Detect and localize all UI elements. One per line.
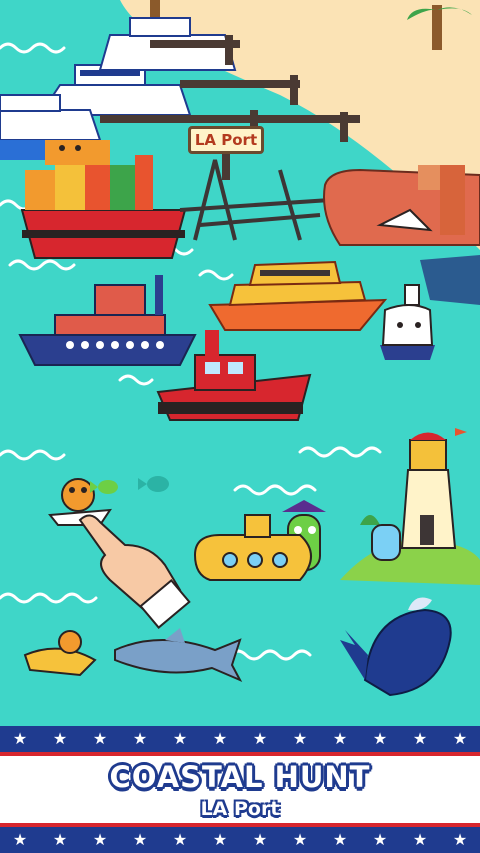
sign-pole: [222, 150, 230, 180]
star-icon: ★: [52, 729, 68, 748]
star-icon: ★: [172, 830, 188, 849]
star-icon: ★: [92, 729, 108, 748]
jet-ski-dog[interactable]: [23, 630, 97, 677]
fish-teal[interactable]: [138, 476, 169, 492]
star-icon: ★: [132, 830, 148, 849]
yellow-yacht[interactable]: [208, 260, 388, 331]
level-banner: ★ ★ ★ ★ ★ ★ ★ ★ ★ ★ ★ ★ COASTAL HUNT LA …: [0, 726, 480, 853]
star-icon: ★: [92, 830, 108, 849]
level-title: COASTAL HUNT: [109, 760, 371, 794]
lighthouse[interactable]: [340, 428, 480, 585]
star-icon: ★: [412, 729, 428, 748]
tugboat-blue[interactable]: [18, 275, 197, 366]
star-icon: ★: [212, 729, 228, 748]
star-icon: ★: [252, 729, 268, 748]
level-subtitle: LA Port: [200, 798, 280, 820]
star-icon: ★: [12, 830, 28, 849]
star-icon: ★: [52, 830, 68, 849]
star-stripe-top: ★ ★ ★ ★ ★ ★ ★ ★ ★ ★ ★ ★: [0, 726, 480, 756]
tap-hand-icon: [78, 514, 191, 629]
star-stripe-bottom: ★ ★ ★ ★ ★ ★ ★ ★ ★ ★ ★ ★: [0, 823, 480, 853]
star-icon: ★: [212, 830, 228, 849]
star-icon: ★: [452, 830, 468, 849]
star-icon: ★: [412, 830, 428, 849]
star-icon: ★: [332, 729, 348, 748]
star-icon: ★: [172, 729, 188, 748]
game-map[interactable]: LA Port: [0, 0, 480, 730]
star-icon: ★: [332, 830, 348, 849]
star-icon: ★: [292, 729, 308, 748]
shark[interactable]: [114, 628, 243, 683]
star-icon: ★: [372, 729, 388, 748]
star-icon: ★: [252, 830, 268, 849]
star-icon: ★: [132, 729, 148, 748]
port-sign: LA Port: [188, 126, 264, 154]
port-crane: [179, 159, 331, 241]
star-icon: ★: [452, 729, 468, 748]
white-buoy-boat[interactable]: [380, 284, 435, 360]
container-ship[interactable]: [20, 140, 187, 259]
star-icon: ★: [372, 830, 388, 849]
star-icon: ★: [12, 729, 28, 748]
star-icon: ★: [292, 830, 308, 849]
whale[interactable]: [340, 597, 452, 697]
